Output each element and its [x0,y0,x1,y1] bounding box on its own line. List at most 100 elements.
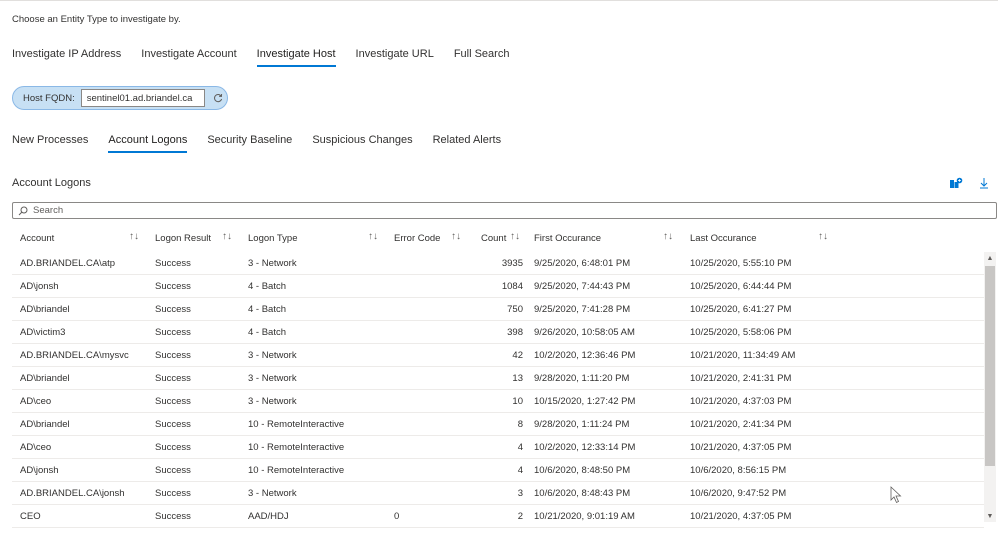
table-row[interactable]: AD\briandel Success 10 - RemoteInteracti… [12,413,984,436]
table-row[interactable]: CEO Success AAD/HDJ 0 2 10/21/2020, 9:01… [12,505,984,528]
cell-first-occurance: 10/2/2020, 12:36:46 PM [534,350,636,361]
download-icon[interactable] [976,176,992,190]
cell-first-occurance: 10/15/2020, 1:27:42 PM [534,396,636,407]
scroll-up-arrow-icon[interactable]: ▲ [984,252,996,264]
grid-toolbar [948,176,992,190]
table-header: Account ↑↓ Logon Result ↑↓ Logon Type ↑↓… [12,229,984,249]
cell-first-occurance: 9/28/2020, 1:11:20 PM [534,373,630,384]
cell-logon-result: Success [155,281,191,292]
cell-logon-result: Success [155,511,191,522]
cell-logon-type: 10 - RemoteInteractive [248,419,345,430]
cell-last-occurance: 10/21/2020, 2:41:31 PM [690,373,792,384]
cell-logon-result: Success [155,304,191,315]
cell-error-code: 0 [394,511,400,522]
sort-account-icon[interactable]: ↑↓ [129,231,139,242]
cell-last-occurance: 10/21/2020, 4:37:03 PM [690,396,792,407]
sort-first-occurance-icon[interactable]: ↑↓ [663,231,673,242]
table-row[interactable]: AD.BRIANDEL.CA\atp Success 3 - Network 3… [12,252,984,275]
column-header-logon-type[interactable]: Logon Type [248,233,297,244]
table-row[interactable]: AD\briandel Success 3 - Network 13 9/28/… [12,367,984,390]
column-header-error-code[interactable]: Error Code [394,233,440,244]
sort-logon-type-icon[interactable]: ↑↓ [368,231,378,242]
cell-first-occurance: 10/2/2020, 12:33:14 PM [534,442,636,453]
cell-count: 3 [517,488,523,499]
tab-related-alerts[interactable]: Related Alerts [433,134,501,153]
cell-first-occurance: 9/25/2020, 6:48:01 PM [534,258,631,269]
cell-logon-result: Success [155,442,191,453]
tab-full-search[interactable]: Full Search [454,48,510,67]
cell-account: AD\jonsh [20,281,59,292]
column-header-last-occurance[interactable]: Last Occurance [690,233,757,244]
scrollbar-thumb[interactable] [985,266,995,466]
cell-first-occurance: 9/25/2020, 7:44:43 PM [534,281,631,292]
host-fqdn-input[interactable] [80,89,205,107]
cell-account: AD.BRIANDEL.CA\mysvc [20,350,129,361]
sort-logon-result-icon[interactable]: ↑↓ [222,231,232,242]
table-row[interactable]: AD.BRIANDEL.CA\mysvc Success 3 - Network… [12,344,984,367]
cell-last-occurance: 10/25/2020, 5:58:06 PM [690,327,792,338]
cell-logon-result: Success [155,465,191,476]
table-row[interactable]: AD\jonsh Success 4 - Batch 1084 9/25/202… [12,275,984,298]
table-row[interactable]: AD\ceo Success 10 - RemoteInteractive 4 … [12,436,984,459]
cell-last-occurance: 10/25/2020, 5:55:10 PM [690,258,792,269]
tab-investigate-ip-address[interactable]: Investigate IP Address [12,48,121,67]
cell-last-occurance: 10/21/2020, 2:41:34 PM [690,419,792,430]
cell-count: 4 [517,465,523,476]
sort-last-occurance-icon[interactable]: ↑↓ [818,231,828,242]
tab-investigate-host[interactable]: Investigate Host [256,48,336,67]
cell-logon-result: Success [155,396,191,407]
tab-account-logons[interactable]: Account Logons [108,134,188,153]
column-header-account[interactable]: Account [20,233,54,244]
search-box[interactable] [12,202,997,219]
table-row[interactable]: AD.BRIANDEL.CA\jonsh Success 3 - Network… [12,482,984,505]
cell-count: 1084 [501,281,523,292]
cell-account: AD\victim3 [20,327,66,338]
scroll-down-arrow-icon[interactable]: ▼ [984,510,996,522]
sort-error-code-icon[interactable]: ↑↓ [451,231,461,242]
table-row[interactable]: AD\victim3 Success 4 - Batch 398 9/26/20… [12,321,984,344]
section-title: Account Logons [12,177,91,189]
cell-count: 42 [512,350,523,361]
host-fqdn-label: Host FQDN: [23,92,75,104]
table-scrollbar[interactable]: ▲ ▼ [984,252,996,522]
cell-logon-type: 4 - Batch [248,327,287,338]
cell-logon-type: 3 - Network [248,258,297,269]
entity-prompt: Choose an Entity Type to investigate by. [12,14,181,25]
tab-investigate-account[interactable]: Investigate Account [141,48,236,67]
tab-security-baseline[interactable]: Security Baseline [207,134,292,153]
table-row[interactable]: AD\jonsh Success 10 - RemoteInteractive … [12,459,984,482]
tab-investigate-url[interactable]: Investigate URL [356,48,434,67]
cell-account: AD\ceo [20,442,52,453]
cell-last-occurance: 10/6/2020, 8:56:15 PM [690,465,787,476]
cell-count: 8 [517,419,523,430]
cell-last-occurance: 10/25/2020, 6:44:44 PM [690,281,792,292]
table-row[interactable]: AD\ceo Success 3 - Network 10 10/15/2020… [12,390,984,413]
cell-logon-type: 3 - Network [248,350,297,361]
cell-logon-type: 3 - Network [248,396,297,407]
column-header-logon-result[interactable]: Logon Result [155,233,211,244]
cell-account: AD\jonsh [20,465,59,476]
cell-logon-type: 4 - Batch [248,304,287,315]
cell-count: 3935 [501,258,523,269]
cell-last-occurance: 10/21/2020, 11:34:49 AM [690,350,796,361]
sort-count-icon[interactable]: ↑↓ [510,231,520,242]
cell-logon-type: AAD/HDJ [248,511,289,522]
cell-logon-type: 10 - RemoteInteractive [248,465,345,476]
cell-logon-type: 3 - Network [248,373,297,384]
tab-suspicious-changes[interactable]: Suspicious Changes [312,134,412,153]
pin-to-dashboard-icon[interactable] [948,176,964,190]
table-row[interactable]: AD\briandel Success 4 - Batch 750 9/25/2… [12,298,984,321]
cell-last-occurance: 10/21/2020, 4:37:05 PM [690,511,792,522]
column-header-count[interactable]: Count [481,233,506,244]
refresh-icon[interactable] [209,89,227,107]
column-header-first-occurance[interactable]: First Occurance [534,233,601,244]
cell-account: AD\ceo [20,396,52,407]
cell-count: 4 [517,442,523,453]
cell-count: 750 [507,304,523,315]
cell-first-occurance: 10/6/2020, 8:48:50 PM [534,465,631,476]
top-divider [0,0,998,1]
cell-count: 13 [512,373,523,384]
tab-new-processes[interactable]: New Processes [12,134,88,153]
search-input[interactable] [33,205,933,216]
cell-last-occurance: 10/6/2020, 9:47:52 PM [690,488,787,499]
